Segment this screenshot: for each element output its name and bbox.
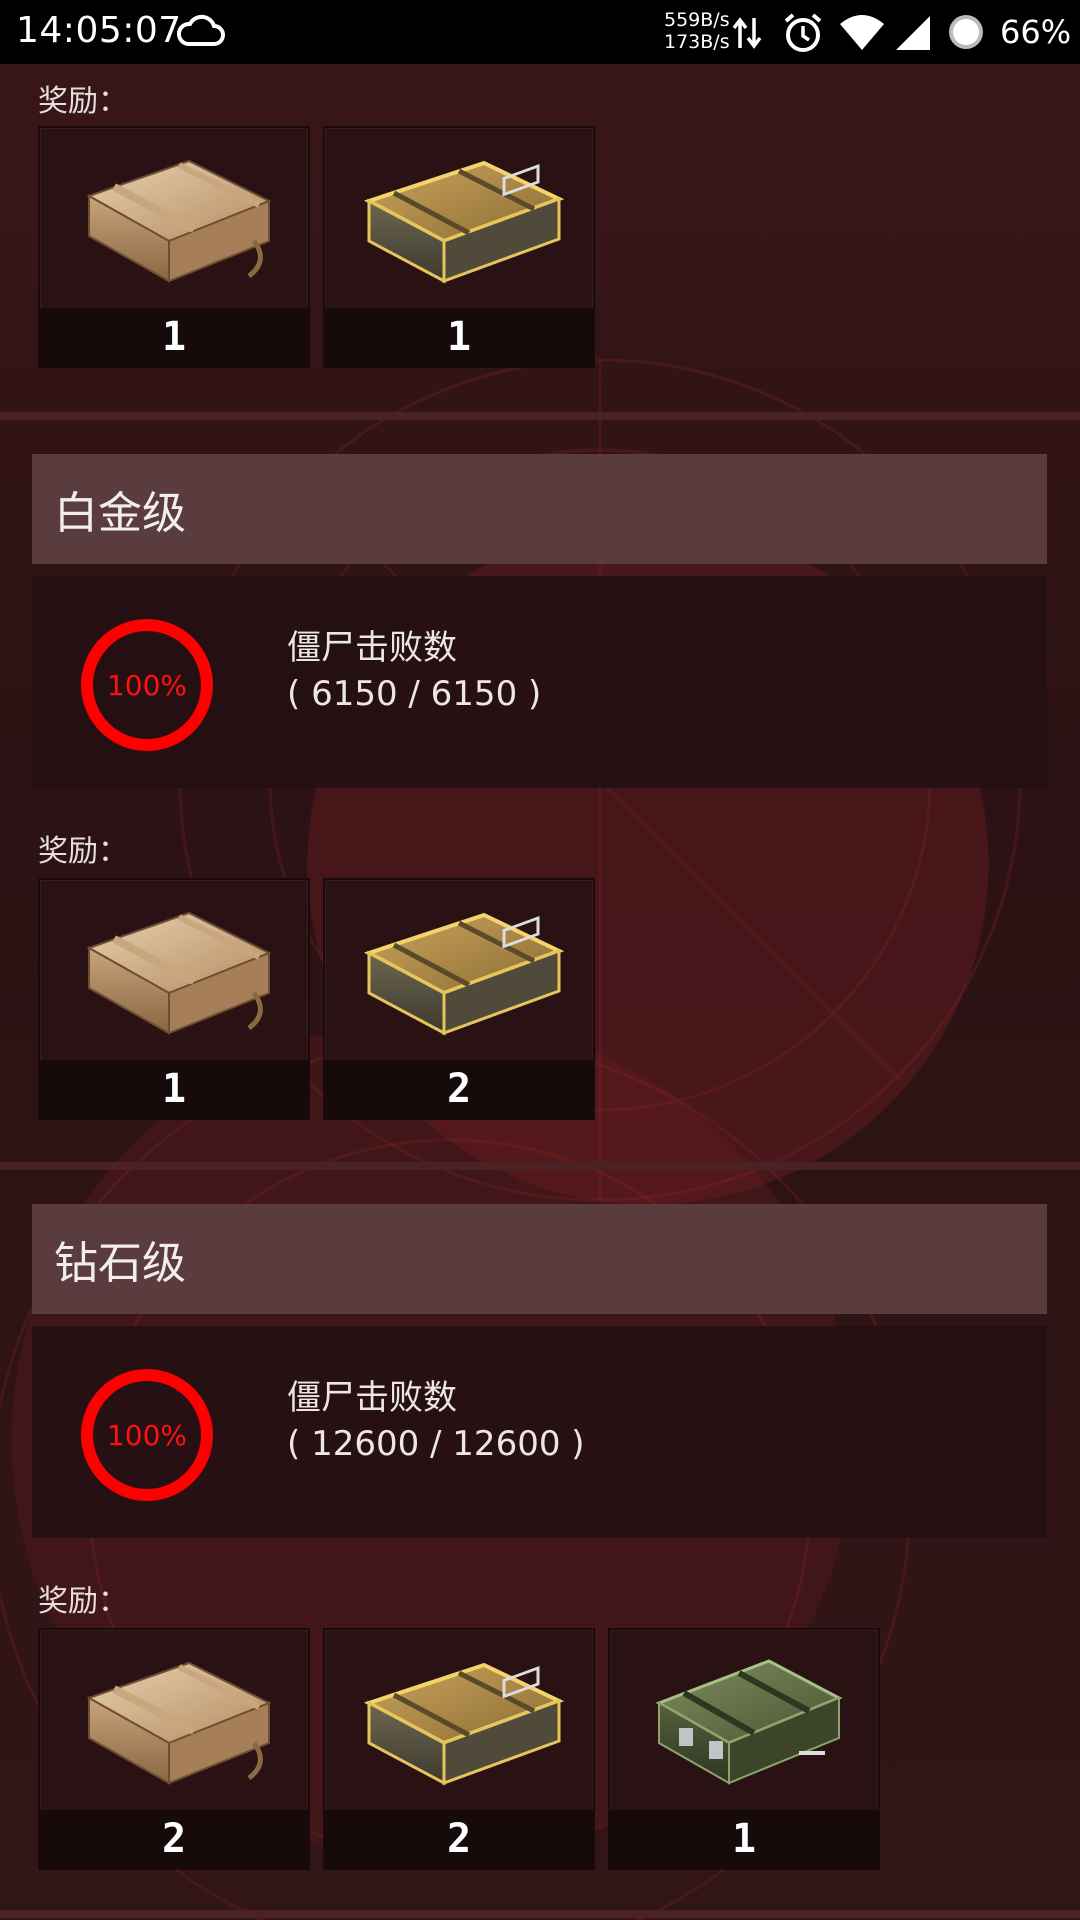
reward-count: 1 <box>40 1060 308 1118</box>
section-divider <box>0 1910 1080 1918</box>
reward-count: 1 <box>40 308 308 366</box>
reward-item-gold-crate[interactable]: 1 <box>323 126 595 368</box>
gold-crate-icon <box>325 1630 593 1806</box>
rewards-label: 奖励： <box>38 834 128 869</box>
gold-crate-icon <box>325 128 593 304</box>
status-time: 14:05:07 <box>16 10 182 51</box>
progress-percent: 100% <box>106 668 188 702</box>
rewards-label: 奖励： <box>38 84 128 119</box>
data-arrows-icon <box>732 16 762 54</box>
rewards-row: 1 2 <box>38 878 595 1120</box>
wooden-crate-icon <box>40 128 308 304</box>
cloud-icon <box>176 14 226 52</box>
section-divider <box>0 1162 1080 1170</box>
net-up-speed: 559B/s <box>664 9 730 31</box>
reward-item-wooden-crate[interactable]: 1 <box>38 126 310 368</box>
wifi-icon <box>838 14 886 56</box>
goal-progress: ( 6150 / 6150 ) <box>287 674 542 714</box>
battery-icon <box>946 12 986 56</box>
net-down-speed: 173B/s <box>664 31 730 53</box>
tier-header-diamond: 钻石级 <box>32 1204 1047 1314</box>
battery-percent: 66% <box>1000 13 1072 51</box>
reward-item-wooden-crate[interactable]: 1 <box>38 878 310 1120</box>
rewards-label: 奖励： <box>38 1584 128 1619</box>
reward-item-military-crate[interactable]: 1 <box>608 1628 880 1870</box>
section-divider <box>0 412 1080 420</box>
progress-panel: 100% 僵尸击败数 ( 6150 / 6150 ) <box>32 576 1047 788</box>
signal-icon <box>894 14 932 56</box>
reward-count: 1 <box>610 1810 878 1868</box>
goal-name: 僵尸击败数 <box>287 628 457 668</box>
reward-item-gold-crate[interactable]: 2 <box>323 878 595 1120</box>
wooden-crate-icon <box>40 880 308 1056</box>
reward-count: 2 <box>325 1060 593 1118</box>
goal-name: 僵尸击败数 <box>287 1378 457 1418</box>
reward-count: 2 <box>325 1810 593 1868</box>
rewards-row: 2 2 1 <box>38 1628 880 1870</box>
network-speed: 559B/s 173B/s <box>664 9 730 53</box>
goal-progress: ( 12600 / 12600 ) <box>287 1424 585 1464</box>
gold-crate-icon <box>325 880 593 1056</box>
rewards-row: 1 1 <box>38 126 595 368</box>
progress-panel: 100% 僵尸击败数 ( 12600 / 12600 ) <box>32 1326 1047 1538</box>
reward-item-gold-crate[interactable]: 2 <box>323 1628 595 1870</box>
progress-percent: 100% <box>106 1418 188 1452</box>
alarm-icon <box>782 12 824 58</box>
status-bar: 14:05:07 559B/s 173B/s 66% <box>0 0 1080 64</box>
reward-count: 2 <box>40 1810 308 1868</box>
reward-item-wooden-crate[interactable]: 2 <box>38 1628 310 1870</box>
wooden-crate-icon <box>40 1630 308 1806</box>
military-crate-icon <box>610 1630 878 1806</box>
tier-header-platinum: 白金级 <box>32 454 1047 564</box>
reward-count: 1 <box>325 308 593 366</box>
